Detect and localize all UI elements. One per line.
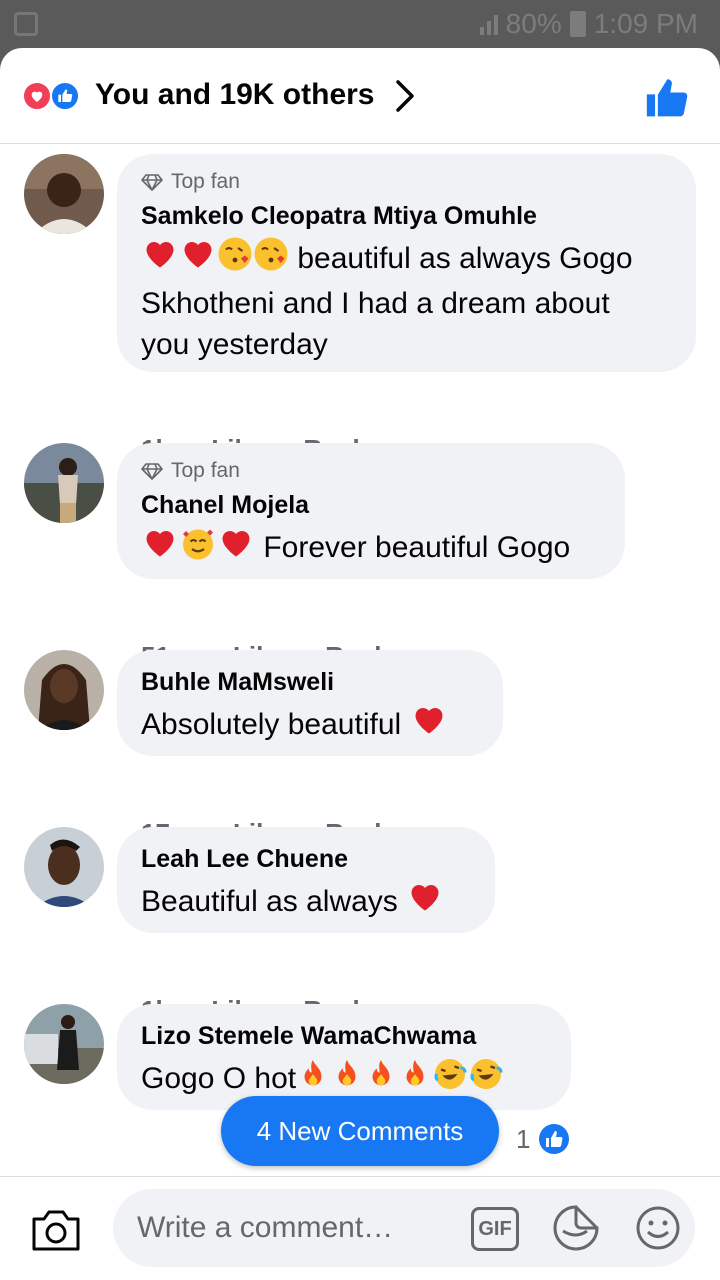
comment-line: Skhotheni and I had a dream about [141, 287, 610, 320]
avatar[interactable] [24, 443, 104, 523]
commenter-name[interactable]: Lizo Stemele WamaChwama [141, 1020, 547, 1052]
comment-text: Forever beautiful Gogo [141, 525, 601, 572]
commenter-name[interactable]: Samkelo Cleopatra Mtiya Omuhle [141, 200, 672, 232]
status-time: 1:09 PM [593, 8, 698, 39]
commenter-name[interactable]: Chanel Mojela [141, 489, 601, 521]
comment-line: Forever beautiful Gogo [263, 531, 571, 564]
comment-line: Gogo O hot [141, 1062, 297, 1095]
comment-line: beautiful as always Gogo [297, 242, 633, 275]
gif-icon[interactable]: GIF [471, 1207, 519, 1251]
love-reaction-icon [22, 81, 52, 111]
top-fan-label: Top fan [171, 459, 240, 482]
new-comments-button[interactable]: 4 New Comments [221, 1096, 499, 1166]
reactions-header[interactable]: You and 19K others [0, 48, 720, 144]
comment-bubble[interactable]: Lizo Stemele WamaChwama Gogo O hot [117, 1004, 571, 1110]
battery-icon [569, 11, 586, 37]
chevron-right-icon[interactable] [392, 78, 418, 114]
comment-text: beautiful as always Gogo Skhotheni and I… [141, 236, 672, 365]
smiling-hearts-emoji [179, 525, 217, 572]
avatar[interactable] [24, 1004, 104, 1084]
like-reaction-icon [50, 81, 80, 111]
heart-emoji [141, 525, 179, 572]
emoji-icon[interactable] [633, 1203, 683, 1253]
heart-emoji [179, 236, 217, 283]
reactions-summary[interactable]: You and 19K others [95, 78, 375, 112]
comment-like-count[interactable]: 1 [516, 1123, 570, 1155]
thumbs-up-icon[interactable] [644, 76, 690, 120]
comment-bubble[interactable]: Top fan Samkelo Cleopatra Mtiya Omuhle b… [117, 154, 696, 372]
laughing-emoji [468, 1056, 504, 1103]
comment-bubble[interactable]: Leah Lee Chuene Beautiful as always [117, 827, 495, 933]
comment-line: Absolutely beautiful [141, 708, 402, 741]
heart-emoji [406, 879, 444, 926]
avatar[interactable] [24, 154, 104, 234]
diamond-icon [141, 463, 163, 480]
comment-input-placeholder: Write a comment… [137, 1211, 394, 1244]
comments-sheet: You and 19K others Top fan Samkelo Cleop… [0, 48, 720, 1280]
comment-bubble[interactable]: Buhle MaMsweli Absolutely beautiful [117, 650, 503, 756]
signal-icon [479, 13, 498, 35]
comment-text: Absolutely beautiful [141, 702, 479, 749]
comment-composer: Write a comment… GIF [0, 1176, 720, 1280]
top-fan-badge: Top fan [141, 459, 601, 483]
status-bar: 80% 1:09 PM [0, 0, 720, 48]
camera-icon[interactable] [30, 1207, 82, 1253]
comment-input[interactable]: Write a comment… GIF [113, 1189, 695, 1267]
comment-line: you yesterday [141, 328, 328, 361]
heart-emoji [410, 702, 448, 749]
avatar[interactable] [24, 827, 104, 907]
sticker-icon[interactable] [551, 1203, 601, 1253]
commenter-name[interactable]: Leah Lee Chuene [141, 843, 471, 875]
kissing-emoji [217, 236, 253, 283]
kissing-emoji [253, 236, 289, 283]
heart-emoji [141, 236, 179, 283]
comment-bubble[interactable]: Top fan Chanel Mojela Forever beautiful … [117, 443, 625, 579]
comment-line: Beautiful as always [141, 885, 398, 918]
heart-emoji [217, 525, 255, 572]
comment-text: Beautiful as always [141, 879, 471, 926]
top-fan-badge: Top fan [141, 170, 672, 194]
battery-percent: 80% [505, 8, 562, 39]
notification-icon [14, 12, 38, 36]
commenter-name[interactable]: Buhle MaMsweli [141, 666, 479, 698]
like-reaction-icon [539, 1124, 570, 1154]
top-fan-label: Top fan [171, 170, 240, 193]
status-right: 80% 1:09 PM [479, 8, 698, 40]
avatar[interactable] [24, 650, 104, 730]
like-count-value: 1 [516, 1123, 531, 1154]
diamond-icon [141, 174, 163, 191]
